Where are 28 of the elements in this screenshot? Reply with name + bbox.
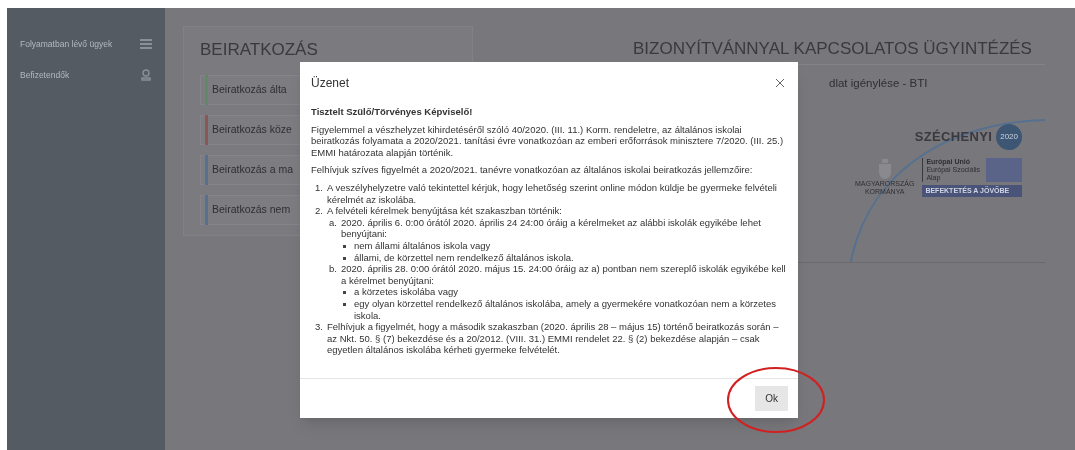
card-label: Beiratkozás a ma <box>212 161 294 177</box>
card-label: Beiratkozás köze <box>212 121 292 137</box>
card-label: Beiratkozás nem <box>212 201 291 217</box>
list-item-text: Felhívjuk a figyelmét, hogy a második szakaszban (2020. április 28 – május 15) történő beiratkozás során – az Nkt. 50. § (7) bekezdése és a 20/2012. (VIII. 31.) EMMI rendelet 22. § (2) bekezdése alapján – csak egyetlen általános iskolába kérheti gyermeke felvételét. <box>327 321 780 356</box>
message-paragraph: Figyelemmel a vészhelyzet kihirdetéséről szóló 40/2020. (III. 11.) Korm. rendeletre, az általános iskolai beiratkozás folyamata a 2020/2021. tanítási évre vonatkozóan az emberi erőforrások minisztere 7/2020. (III. 25.) EMMI határozata alapján történik. <box>311 123 785 159</box>
logo-brand: SZÉCHENYI <box>914 128 993 146</box>
message-paragraph: Felhívjuk szíves figyelmét a 2020/2021. tanévre vonatkozóan az általános iskolai beiratkozás jellemzőire: <box>311 164 754 176</box>
list-marker: 3. <box>314 321 323 333</box>
dialog-title: Üzenet <box>311 75 350 92</box>
list-item-text: állami, de körzettel nem rendelkező általános iskola. <box>354 251 574 264</box>
sidebar-item[interactable]: Folyamatban lévő ügyek <box>20 38 152 51</box>
list-item-text: egy olyan körzettel rendelkező általános iskolába, amely a gyermekére vonatkozóan nem a körzetes iskola. <box>354 297 777 322</box>
list-marker: 1. <box>314 181 323 194</box>
ok-button[interactable]: Ok <box>755 386 788 411</box>
list-item-text: a körzetes iskolába vagy <box>354 286 459 298</box>
logo-badge: 2020 <box>996 123 1023 150</box>
list-item-text: A felvételi kérelmek benyújtása két szakaszban történik: <box>327 205 562 217</box>
list-item-text: 2020. április 6. 0:00 órától 2020. április 24 24:00 óráig a kérelmeket az alábbi iskolák egyikébe lehet benyújtani: <box>341 216 762 240</box>
section-title: BEIRATKOZÁS <box>200 39 319 61</box>
greeting-text: Tisztelt Szülő/Törvényes Képviselő! <box>311 106 474 118</box>
card-label: Beiratkozás álta <box>212 81 287 97</box>
list-marker: a. <box>328 216 337 229</box>
list-marker: b. <box>328 263 337 275</box>
list-item-text: A veszélyhelyzetre való tekintettel kérjük, hogy lehetőség szerint online módon küldje be gyermeke felvételi kérelmét az iskolába. <box>327 181 778 206</box>
sidebar-item[interactable]: Befizetendők <box>20 68 152 82</box>
list-item-text: nem állami általános iskola vagy <box>354 239 491 252</box>
list-marker: 2. <box>314 205 323 217</box>
list-item-text: 2020. április 28. 0:00 órától 2020. május 15. 24:00 óráig az a) pontban nem szereplő iskolák egyikébe kell a kérelmet benyújtani: <box>341 263 787 287</box>
